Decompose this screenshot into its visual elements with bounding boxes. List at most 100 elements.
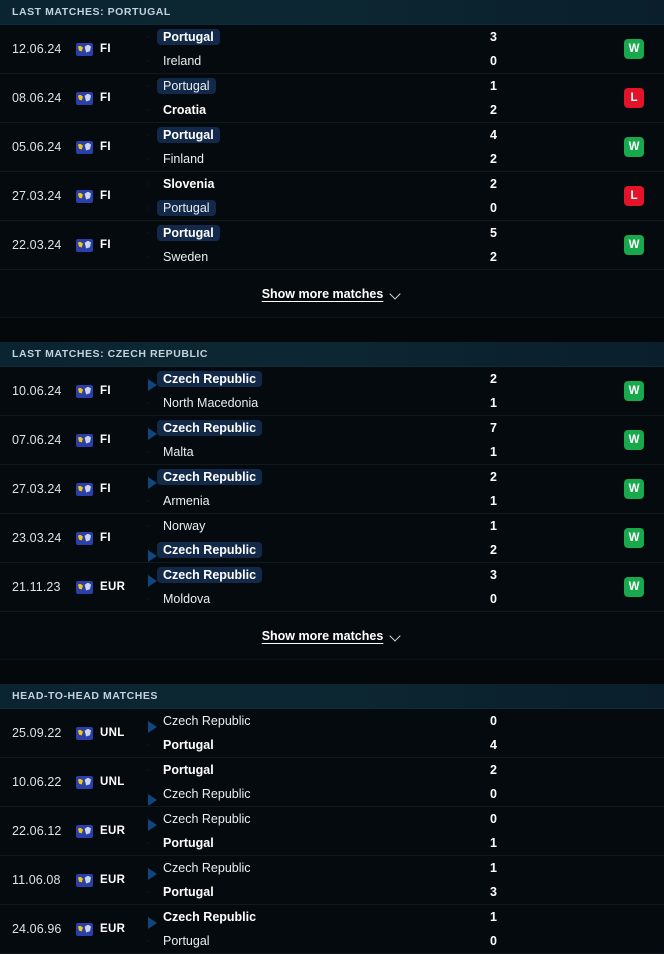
home-score: 0: [490, 713, 497, 728]
result-cell: [604, 919, 664, 939]
team-name-away[interactable]: Moldova: [157, 591, 216, 607]
show-more-row: Show more matches: [0, 612, 664, 660]
team-name-home[interactable]: Czech Republic: [157, 469, 263, 485]
section-header: HEAD-TO-HEAD MATCHES: [0, 684, 664, 709]
result-cell: W: [604, 430, 664, 450]
table-row[interactable]: 08.06.24 FI Portugal Croatia 1 2 L: [0, 74, 664, 123]
competition-cell[interactable]: EUR: [76, 580, 148, 594]
team-line-away: Portugal: [148, 737, 484, 753]
competition-cell[interactable]: FI: [76, 482, 148, 496]
team-name-away[interactable]: Armenia: [157, 493, 216, 509]
team-name-home[interactable]: Portugal: [157, 225, 220, 241]
team-name-away[interactable]: Czech Republic: [157, 786, 257, 802]
table-row[interactable]: 07.06.24 FI Czech Republic Malta 7 1 W: [0, 416, 664, 465]
away-score: 1: [490, 444, 497, 459]
team-line-away: Czech Republic: [148, 786, 484, 806]
competition-cell[interactable]: FI: [76, 140, 148, 154]
uefa-friendly-icon: [76, 384, 93, 398]
match-date: 22.03.24: [12, 238, 62, 252]
competition-cell[interactable]: EUR: [76, 824, 148, 838]
result-cell: [604, 870, 664, 890]
competition-cell[interactable]: FI: [76, 238, 148, 252]
table-row[interactable]: 23.03.24 FI Norway Czech Republic 1 2 W: [0, 514, 664, 563]
team-line-away: Portugal: [148, 884, 484, 900]
team-name-home[interactable]: Portugal: [157, 29, 220, 45]
result-cell: L: [604, 88, 664, 108]
team-name-home[interactable]: Slovenia: [157, 176, 220, 192]
match-date: 22.06.12: [12, 824, 62, 838]
competition-cell[interactable]: FI: [76, 42, 148, 56]
table-row[interactable]: 05.06.24 FI Portugal Finland 4 2 W: [0, 123, 664, 172]
team-line-away: Portugal: [148, 200, 484, 216]
teams-cell: Czech Republic Portugal: [148, 909, 484, 949]
match-list: 25.09.22 UNL Czech Republic Portugal 0 4 10.06…: [0, 709, 664, 954]
away-score: 1: [490, 395, 497, 410]
score-cell: 13: [484, 860, 604, 900]
team-line-away: Croatia: [148, 102, 484, 118]
team-name-home[interactable]: Czech Republic: [157, 567, 263, 583]
team-name-away[interactable]: Portugal: [157, 884, 220, 900]
competition-cell[interactable]: EUR: [76, 873, 148, 887]
competition-cell[interactable]: FI: [76, 91, 148, 105]
team-name-away[interactable]: Sweden: [157, 249, 214, 265]
table-row[interactable]: 25.09.22 UNL Czech Republic Portugal 0 4: [0, 709, 664, 758]
team-name-away[interactable]: Portugal: [157, 835, 220, 851]
team-line-away: Portugal: [148, 835, 484, 851]
table-row[interactable]: 21.11.23 EUR Czech Republic Moldova 3 0 W: [0, 563, 664, 612]
team-name-home[interactable]: Norway: [157, 518, 211, 534]
score-cell: 01: [484, 811, 604, 851]
score-cell: 42: [484, 127, 604, 167]
team-name-home[interactable]: Czech Republic: [157, 860, 257, 876]
home-score: 1: [490, 909, 497, 924]
team-name-home[interactable]: Czech Republic: [157, 713, 257, 729]
team-name-away[interactable]: Czech Republic: [157, 542, 263, 558]
table-row[interactable]: 22.06.12 EUR Czech Republic Portugal 0 1: [0, 807, 664, 856]
competition-label: FI: [100, 239, 111, 251]
competition-cell[interactable]: FI: [76, 433, 148, 447]
team-line-home: Portugal: [148, 78, 484, 94]
teams-cell: Czech Republic Portugal: [148, 860, 484, 900]
team-name-away[interactable]: Finland: [157, 151, 210, 167]
team-name-away[interactable]: Croatia: [157, 102, 212, 118]
table-row[interactable]: 10.06.24 FI Czech Republic North Macedonia 2…: [0, 367, 664, 416]
uefa-friendly-icon: [76, 42, 93, 56]
team-name-home[interactable]: Portugal: [157, 127, 220, 143]
home-score: 5: [490, 225, 497, 240]
show-more-label: Show more matches: [261, 628, 384, 643]
team-name-away[interactable]: Portugal: [157, 933, 216, 949]
table-row[interactable]: 27.03.24 FI Slovenia Portugal 2 0 L: [0, 172, 664, 221]
competition-cell[interactable]: FI: [76, 189, 148, 203]
team-name-home[interactable]: Czech Republic: [157, 811, 257, 827]
competition-cell[interactable]: FI: [76, 384, 148, 398]
team-line-home: Czech Republic: [148, 909, 484, 929]
team-name-home[interactable]: Czech Republic: [157, 420, 263, 436]
team-line-home: Czech Republic: [148, 371, 484, 391]
home-score: 2: [490, 762, 497, 777]
teams-cell: Slovenia Portugal: [148, 176, 484, 216]
team-name-home[interactable]: Czech Republic: [157, 371, 263, 387]
show-more-matches-button[interactable]: Show more matches: [262, 287, 403, 301]
competition-cell[interactable]: EUR: [76, 922, 148, 936]
team-line-home: Portugal: [148, 225, 484, 241]
team-name-away[interactable]: Malta: [157, 444, 200, 460]
table-row[interactable]: 24.06.96 EUR Czech Republic Portugal 1 0: [0, 905, 664, 954]
team-name-away[interactable]: Portugal: [157, 200, 216, 216]
table-row[interactable]: 12.06.24 FI Portugal Ireland 3 0 W: [0, 25, 664, 74]
section-title: LAST MATCHES: CZECH REPUBLIC: [12, 348, 209, 360]
team-name-away[interactable]: Portugal: [157, 737, 220, 753]
competition-cell[interactable]: FI: [76, 531, 148, 545]
team-name-home[interactable]: Portugal: [157, 78, 216, 94]
team-name-home[interactable]: Portugal: [157, 762, 220, 778]
competition-cell[interactable]: UNL: [76, 726, 148, 740]
table-row[interactable]: 22.03.24 FI Portugal Sweden 5 2 W: [0, 221, 664, 270]
score-cell: 71: [484, 420, 604, 460]
team-name-away[interactable]: Ireland: [157, 53, 207, 69]
table-row[interactable]: 11.06.08 EUR Czech Republic Portugal 1 3: [0, 856, 664, 905]
table-row[interactable]: 10.06.22 UNL Portugal Czech Republic 2 0: [0, 758, 664, 807]
team-line-home: Portugal: [148, 762, 484, 778]
table-row[interactable]: 27.03.24 FI Czech Republic Armenia 2 1 W: [0, 465, 664, 514]
show-more-matches-button[interactable]: Show more matches: [262, 629, 403, 643]
competition-cell[interactable]: UNL: [76, 775, 148, 789]
team-name-away[interactable]: North Macedonia: [157, 395, 264, 411]
team-name-home[interactable]: Czech Republic: [157, 909, 262, 925]
